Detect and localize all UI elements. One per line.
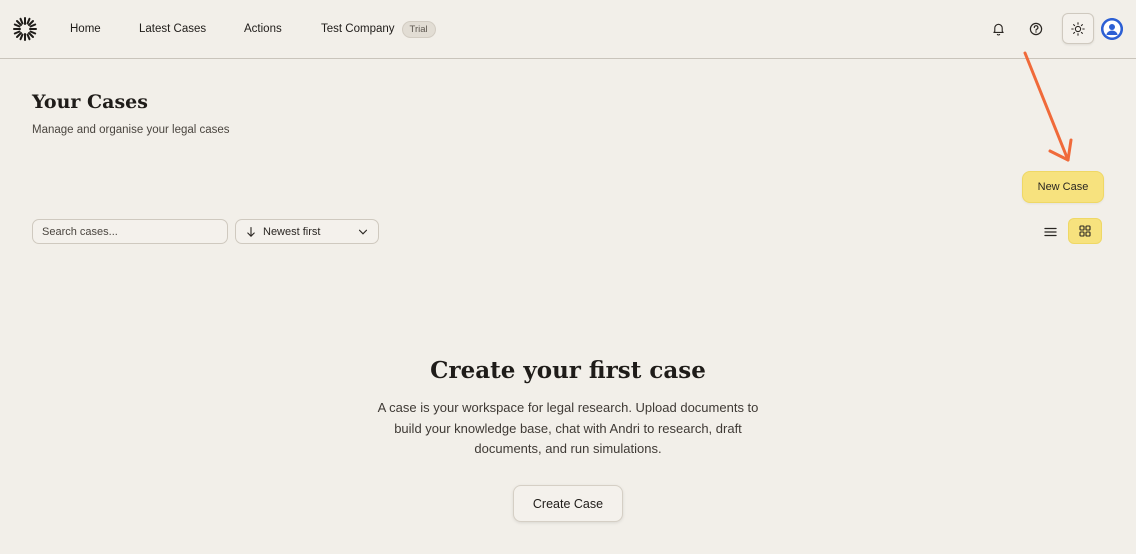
sort-dropdown[interactable]: Newest first	[235, 219, 379, 244]
nav-latest-cases[interactable]: Latest Cases	[139, 0, 206, 58]
empty-state-description: A case is your workspace for legal resea…	[377, 400, 759, 456]
bell-icon	[992, 23, 1004, 36]
company-name: Test Company	[321, 23, 395, 35]
grid-icon	[1079, 225, 1091, 237]
search-input[interactable]: Search cases...	[32, 219, 228, 244]
theme-toggle-button[interactable]	[1062, 13, 1094, 44]
page-title: Your Cases	[32, 91, 148, 113]
sort-label: Newest first	[263, 225, 321, 238]
sunburst-logo-icon[interactable]	[12, 16, 38, 42]
grid-view-button[interactable]	[1068, 218, 1102, 244]
arrow-down-icon	[247, 226, 255, 237]
list-icon	[1043, 227, 1057, 237]
user-avatar[interactable]	[1101, 18, 1123, 40]
new-case-button[interactable]: New Case	[1022, 171, 1104, 203]
nav-actions[interactable]: Actions	[244, 0, 282, 58]
page-subtitle: Manage and organise your legal cases	[32, 124, 230, 136]
list-view-button[interactable]	[1039, 221, 1061, 243]
help-button[interactable]	[1027, 19, 1045, 39]
nav-home[interactable]: Home	[70, 0, 101, 58]
annotation-arrow-icon	[1023, 51, 1073, 162]
notifications-button[interactable]	[989, 19, 1007, 39]
top-navigation-bar: Home Latest Cases Actions Test Company T…	[0, 0, 1136, 59]
company-switcher[interactable]: Test Company Trial	[321, 0, 436, 58]
user-avatar-icon	[1101, 18, 1123, 40]
empty-state-title: Create your first case	[430, 357, 706, 384]
sun-icon	[1071, 21, 1085, 36]
chevron-down-icon	[358, 229, 368, 235]
trial-badge: Trial	[401, 20, 436, 38]
question-circle-icon	[1029, 22, 1043, 36]
create-case-button[interactable]: Create Case	[513, 485, 623, 522]
